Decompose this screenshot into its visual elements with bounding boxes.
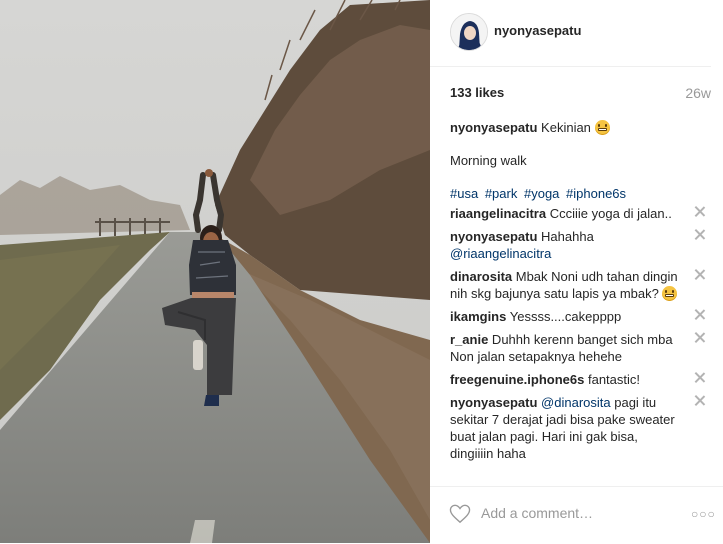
hashtag-yoga[interactable]: #yoga [524, 186, 559, 201]
comment-footer: Add a comment… ○○○ [430, 486, 723, 544]
grinning-emoji-icon [662, 286, 678, 301]
hashtag-park[interactable]: #park [485, 186, 518, 201]
comment-item: freegenuine.iphone6s fantastic! [450, 371, 705, 388]
comment-username[interactable]: nyonyasepatu [450, 395, 537, 410]
post-header: nyonyasepatu [430, 0, 711, 67]
caption-line-1: nyonyasepatu Kekinian [450, 119, 702, 136]
comment-username[interactable]: riaangelinacitra [450, 206, 546, 221]
park-path-photo [0, 0, 430, 543]
caption-username[interactable]: nyonyasepatu [450, 120, 537, 135]
caption-text: Kekinian [541, 120, 591, 135]
close-icon[interactable] [694, 395, 705, 406]
comment-text: fantastic! [584, 372, 641, 387]
comment-text: Hahahha [537, 229, 594, 244]
close-icon[interactable] [694, 229, 705, 240]
comment-mention[interactable]: @dinarosita [541, 395, 611, 410]
close-icon[interactable] [694, 269, 705, 280]
heart-icon[interactable] [449, 504, 471, 524]
post-age[interactable]: 26w [685, 85, 711, 101]
post-caption: nyonyasepatu Kekinian Morning walk #usa … [450, 119, 702, 201]
comment-mention[interactable]: @riaangelinacitra [450, 246, 551, 261]
comment-username[interactable]: r_anie [450, 332, 488, 347]
close-icon[interactable] [694, 372, 705, 383]
comment-list: riaangelinacitra Ccciiie yoga di jalan..… [450, 205, 705, 468]
add-comment-input[interactable]: Add a comment… [481, 505, 593, 521]
comment-item: ikamgins Yessss....cakepppp [450, 308, 705, 325]
comment-username[interactable]: ikamgins [450, 309, 506, 324]
comment-username[interactable]: freegenuine.iphone6s [450, 372, 584, 387]
likes-count[interactable]: 133 likes [450, 85, 504, 100]
post-author-username[interactable]: nyonyasepatu [494, 23, 581, 38]
grinning-emoji-icon [594, 120, 610, 135]
avatar-illustration [451, 14, 487, 50]
close-icon[interactable] [694, 206, 705, 217]
comment-username[interactable]: nyonyasepatu [450, 229, 537, 244]
close-icon[interactable] [694, 309, 705, 320]
comment-item: nyonyasepatu Hahahha @riaangelinacitra [450, 228, 705, 262]
more-options-icon[interactable]: ○○○ [691, 507, 716, 521]
hashtag-usa[interactable]: #usa [450, 186, 478, 201]
comment-text: Yessss....cakepppp [506, 309, 622, 324]
caption-line-2: Morning walk [450, 153, 527, 168]
instagram-post: nyonyasepatu 133 likes 26w nyonyasepatu … [0, 0, 723, 543]
post-photo[interactable] [0, 0, 430, 543]
comment-text: Ccciiie yoga di jalan.. [546, 206, 672, 221]
comment-item: nyonyasepatu @dinarosita pagi itu sekita… [450, 394, 705, 462]
comment-item: riaangelinacitra Ccciiie yoga di jalan.. [450, 205, 705, 222]
comment-item: r_anie Duhhh kerenn banget sich mba Non … [450, 331, 705, 365]
post-details-panel: nyonyasepatu 133 likes 26w nyonyasepatu … [430, 0, 723, 543]
hashtag-iphone6s[interactable]: #iphone6s [566, 186, 626, 201]
comment-item: dinarosita Mbak Noni udh tahan dingin ni… [450, 268, 705, 302]
post-stats: 133 likes 26w [450, 85, 711, 103]
close-icon[interactable] [694, 332, 705, 343]
comment-username[interactable]: dinarosita [450, 269, 512, 284]
hashtag-list: #usa #park #yoga #iphone6s [450, 185, 629, 202]
avatar[interactable] [450, 13, 488, 51]
